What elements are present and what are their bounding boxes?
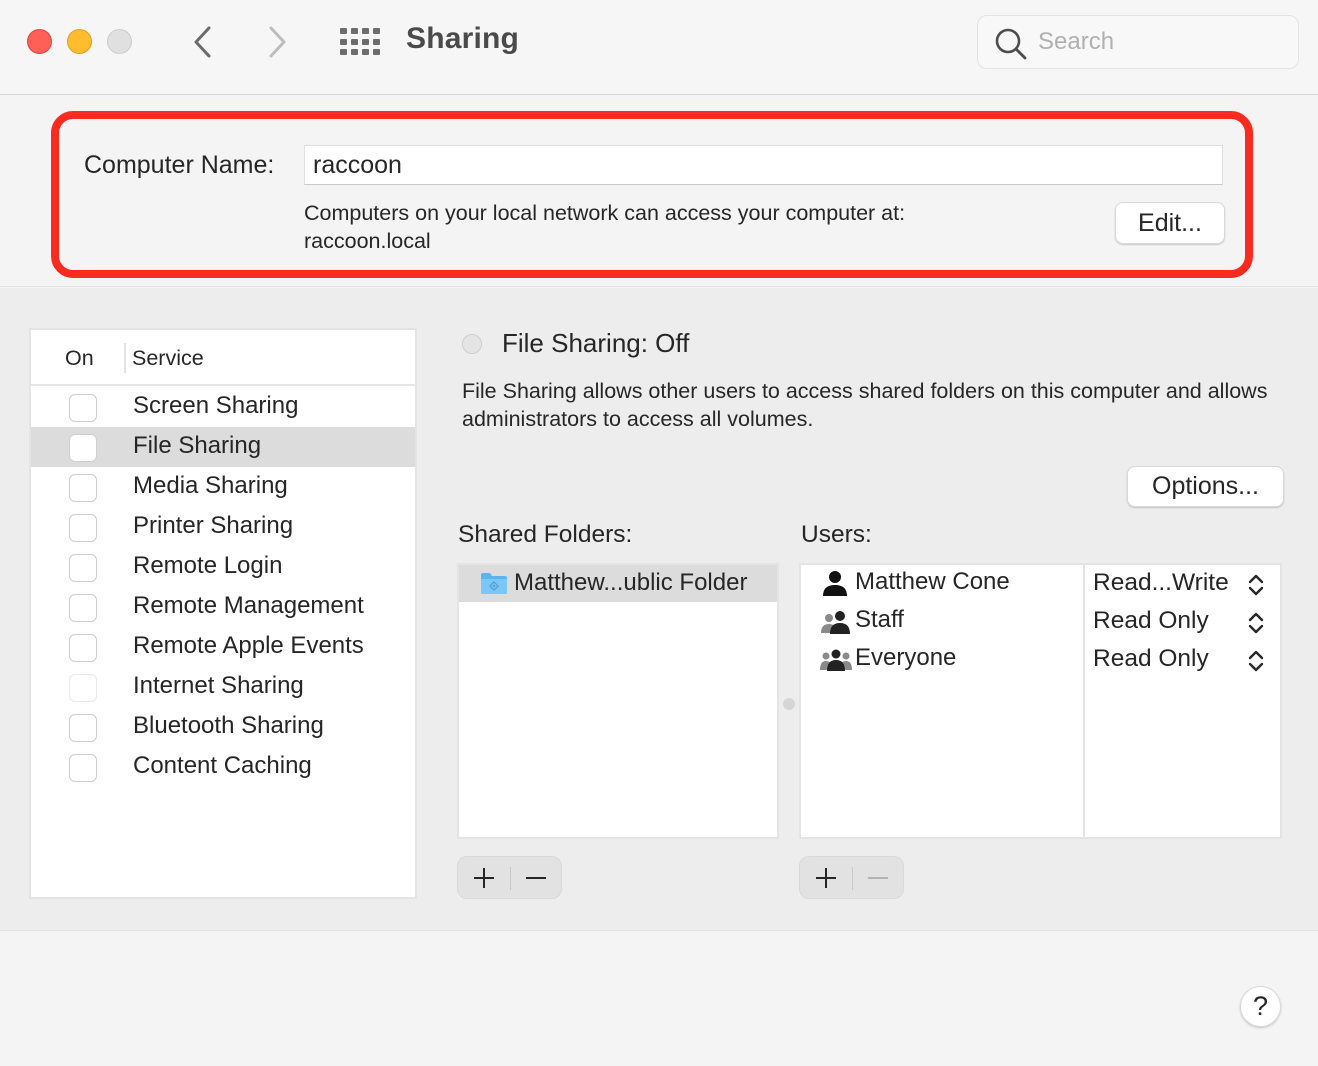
remove-shared-folder-button[interactable] <box>510 857 562 898</box>
chevron-left-icon <box>194 26 211 58</box>
plus-icon <box>816 867 836 888</box>
public-folder-icon <box>481 573 507 594</box>
users-add-remove-control <box>799 856 904 899</box>
show-all-grid-button[interactable] <box>338 26 380 58</box>
shared-folder-name: Matthew...ublic Folder <box>514 569 748 596</box>
service-name: Screen Sharing <box>133 392 299 419</box>
service-name: Remote Management <box>133 592 364 619</box>
minimize-window-button[interactable] <box>67 29 92 54</box>
split-view-handle[interactable] <box>783 698 795 710</box>
local-address-description-text: Computers on your local network can acce… <box>304 201 906 225</box>
zoom-window-button[interactable] <box>107 29 132 54</box>
file-sharing-status-indicator <box>462 334 482 354</box>
close-window-button[interactable] <box>27 29 52 54</box>
computer-name-input[interactable] <box>304 145 1223 185</box>
service-row[interactable]: Remote Management <box>31 587 415 627</box>
services-list: Screen Sharing File Sharing Media Sharing P… <box>31 387 415 787</box>
single-user-icon <box>823 571 847 596</box>
back-button[interactable] <box>186 22 220 62</box>
computer-name-section: Computer Name: Computers on your local n… <box>0 96 1318 287</box>
sharing-main-section: On Service Screen Sharing File Sharing Med… <box>0 288 1318 931</box>
services-table: On Service Screen Sharing File Sharing Med… <box>29 328 417 899</box>
service-checkbox[interactable] <box>69 714 97 742</box>
edit-hostname-button[interactable]: Edit... <box>1115 202 1225 244</box>
user-name: Everyone <box>855 644 957 671</box>
shared-folder-item[interactable]: Matthew...ublic Folder <box>459 565 777 602</box>
search-input[interactable] <box>1038 26 1288 58</box>
shared-folders-label: Shared Folders: <box>458 521 633 548</box>
minus-icon <box>868 876 888 879</box>
service-row[interactable]: Screen Sharing <box>31 387 415 427</box>
add-shared-folder-button[interactable] <box>458 857 510 898</box>
service-name: Internet Sharing <box>133 672 304 699</box>
service-name: Content Caching <box>133 752 312 779</box>
service-row[interactable]: Remote Login <box>31 547 415 587</box>
everyone-icon <box>820 649 852 671</box>
forward-button[interactable] <box>260 22 294 62</box>
service-checkbox[interactable] <box>69 634 97 662</box>
user-row[interactable]: Everyone Read Only <box>801 641 1280 679</box>
service-row[interactable]: Internet Sharing <box>31 667 415 707</box>
title-bar: Sharing <box>0 0 1318 95</box>
options-button[interactable]: Options... <box>1127 466 1284 507</box>
permission-popup[interactable]: Read Only <box>1093 645 1209 673</box>
service-name: Printer Sharing <box>133 512 294 539</box>
service-row[interactable]: Printer Sharing <box>31 507 415 547</box>
footer: ? <box>0 932 1318 1066</box>
local-hostname: raccoon.local <box>304 229 431 253</box>
service-checkbox <box>69 674 97 702</box>
up-down-chevron-icon[interactable] <box>1247 611 1265 635</box>
service-checkbox[interactable] <box>69 394 97 422</box>
service-name: Remote Login <box>133 552 283 579</box>
service-name: File Sharing <box>133 432 262 459</box>
service-row[interactable]: File Sharing <box>31 427 415 467</box>
minus-icon <box>526 876 546 879</box>
service-checkbox[interactable] <box>69 554 97 582</box>
permission-popup[interactable]: Read...Write <box>1093 569 1229 597</box>
remove-user-button[interactable] <box>852 857 904 898</box>
shared-folders-add-remove-control <box>457 856 562 899</box>
search-icon <box>995 28 1027 60</box>
plus-icon <box>474 867 494 888</box>
service-row[interactable]: Remote Apple Events <box>31 627 415 667</box>
service-row[interactable]: Bluetooth Sharing <box>31 707 415 747</box>
user-row[interactable]: Staff Read Only <box>801 603 1280 641</box>
column-header-on[interactable]: On <box>65 346 94 371</box>
service-description: File Sharing allows other users to acces… <box>462 379 1268 431</box>
column-separator <box>124 343 126 373</box>
service-name: Bluetooth Sharing <box>133 712 324 739</box>
users-permissions-list[interactable]: Matthew Cone Read...Write Staff Read Onl… <box>799 563 1282 839</box>
local-address-description: Computers on your local network can acce… <box>304 199 905 255</box>
service-checkbox[interactable] <box>69 434 97 462</box>
up-down-chevron-icon[interactable] <box>1247 573 1265 597</box>
chevron-right-icon <box>269 26 286 58</box>
user-name: Matthew Cone <box>855 568 1010 595</box>
user-name: Staff <box>855 606 904 633</box>
service-status-title: File Sharing: Off <box>502 328 690 358</box>
service-checkbox[interactable] <box>69 514 97 542</box>
window-title: Sharing <box>406 22 520 55</box>
service-checkbox[interactable] <box>69 594 97 622</box>
shared-folders-list[interactable]: Matthew...ublic Folder <box>457 563 779 839</box>
service-checkbox[interactable] <box>69 754 97 782</box>
service-name: Remote Apple Events <box>133 632 364 659</box>
group-icon <box>821 611 850 634</box>
users-label: Users: <box>801 521 872 548</box>
services-table-header: On Service <box>31 330 415 386</box>
search-field[interactable] <box>977 15 1299 69</box>
service-checkbox[interactable] <box>69 474 97 502</box>
service-row[interactable]: Media Sharing <box>31 467 415 507</box>
add-user-button[interactable] <box>800 857 852 898</box>
user-row[interactable]: Matthew Cone Read...Write <box>801 565 1280 603</box>
permission-popup[interactable]: Read Only <box>1093 607 1209 635</box>
computer-name-label: Computer Name: <box>84 151 275 179</box>
column-header-service[interactable]: Service <box>132 346 204 371</box>
up-down-chevron-icon[interactable] <box>1247 649 1265 673</box>
service-name: Media Sharing <box>133 472 288 499</box>
service-row[interactable]: Content Caching <box>31 747 415 787</box>
help-button[interactable]: ? <box>1240 986 1281 1027</box>
